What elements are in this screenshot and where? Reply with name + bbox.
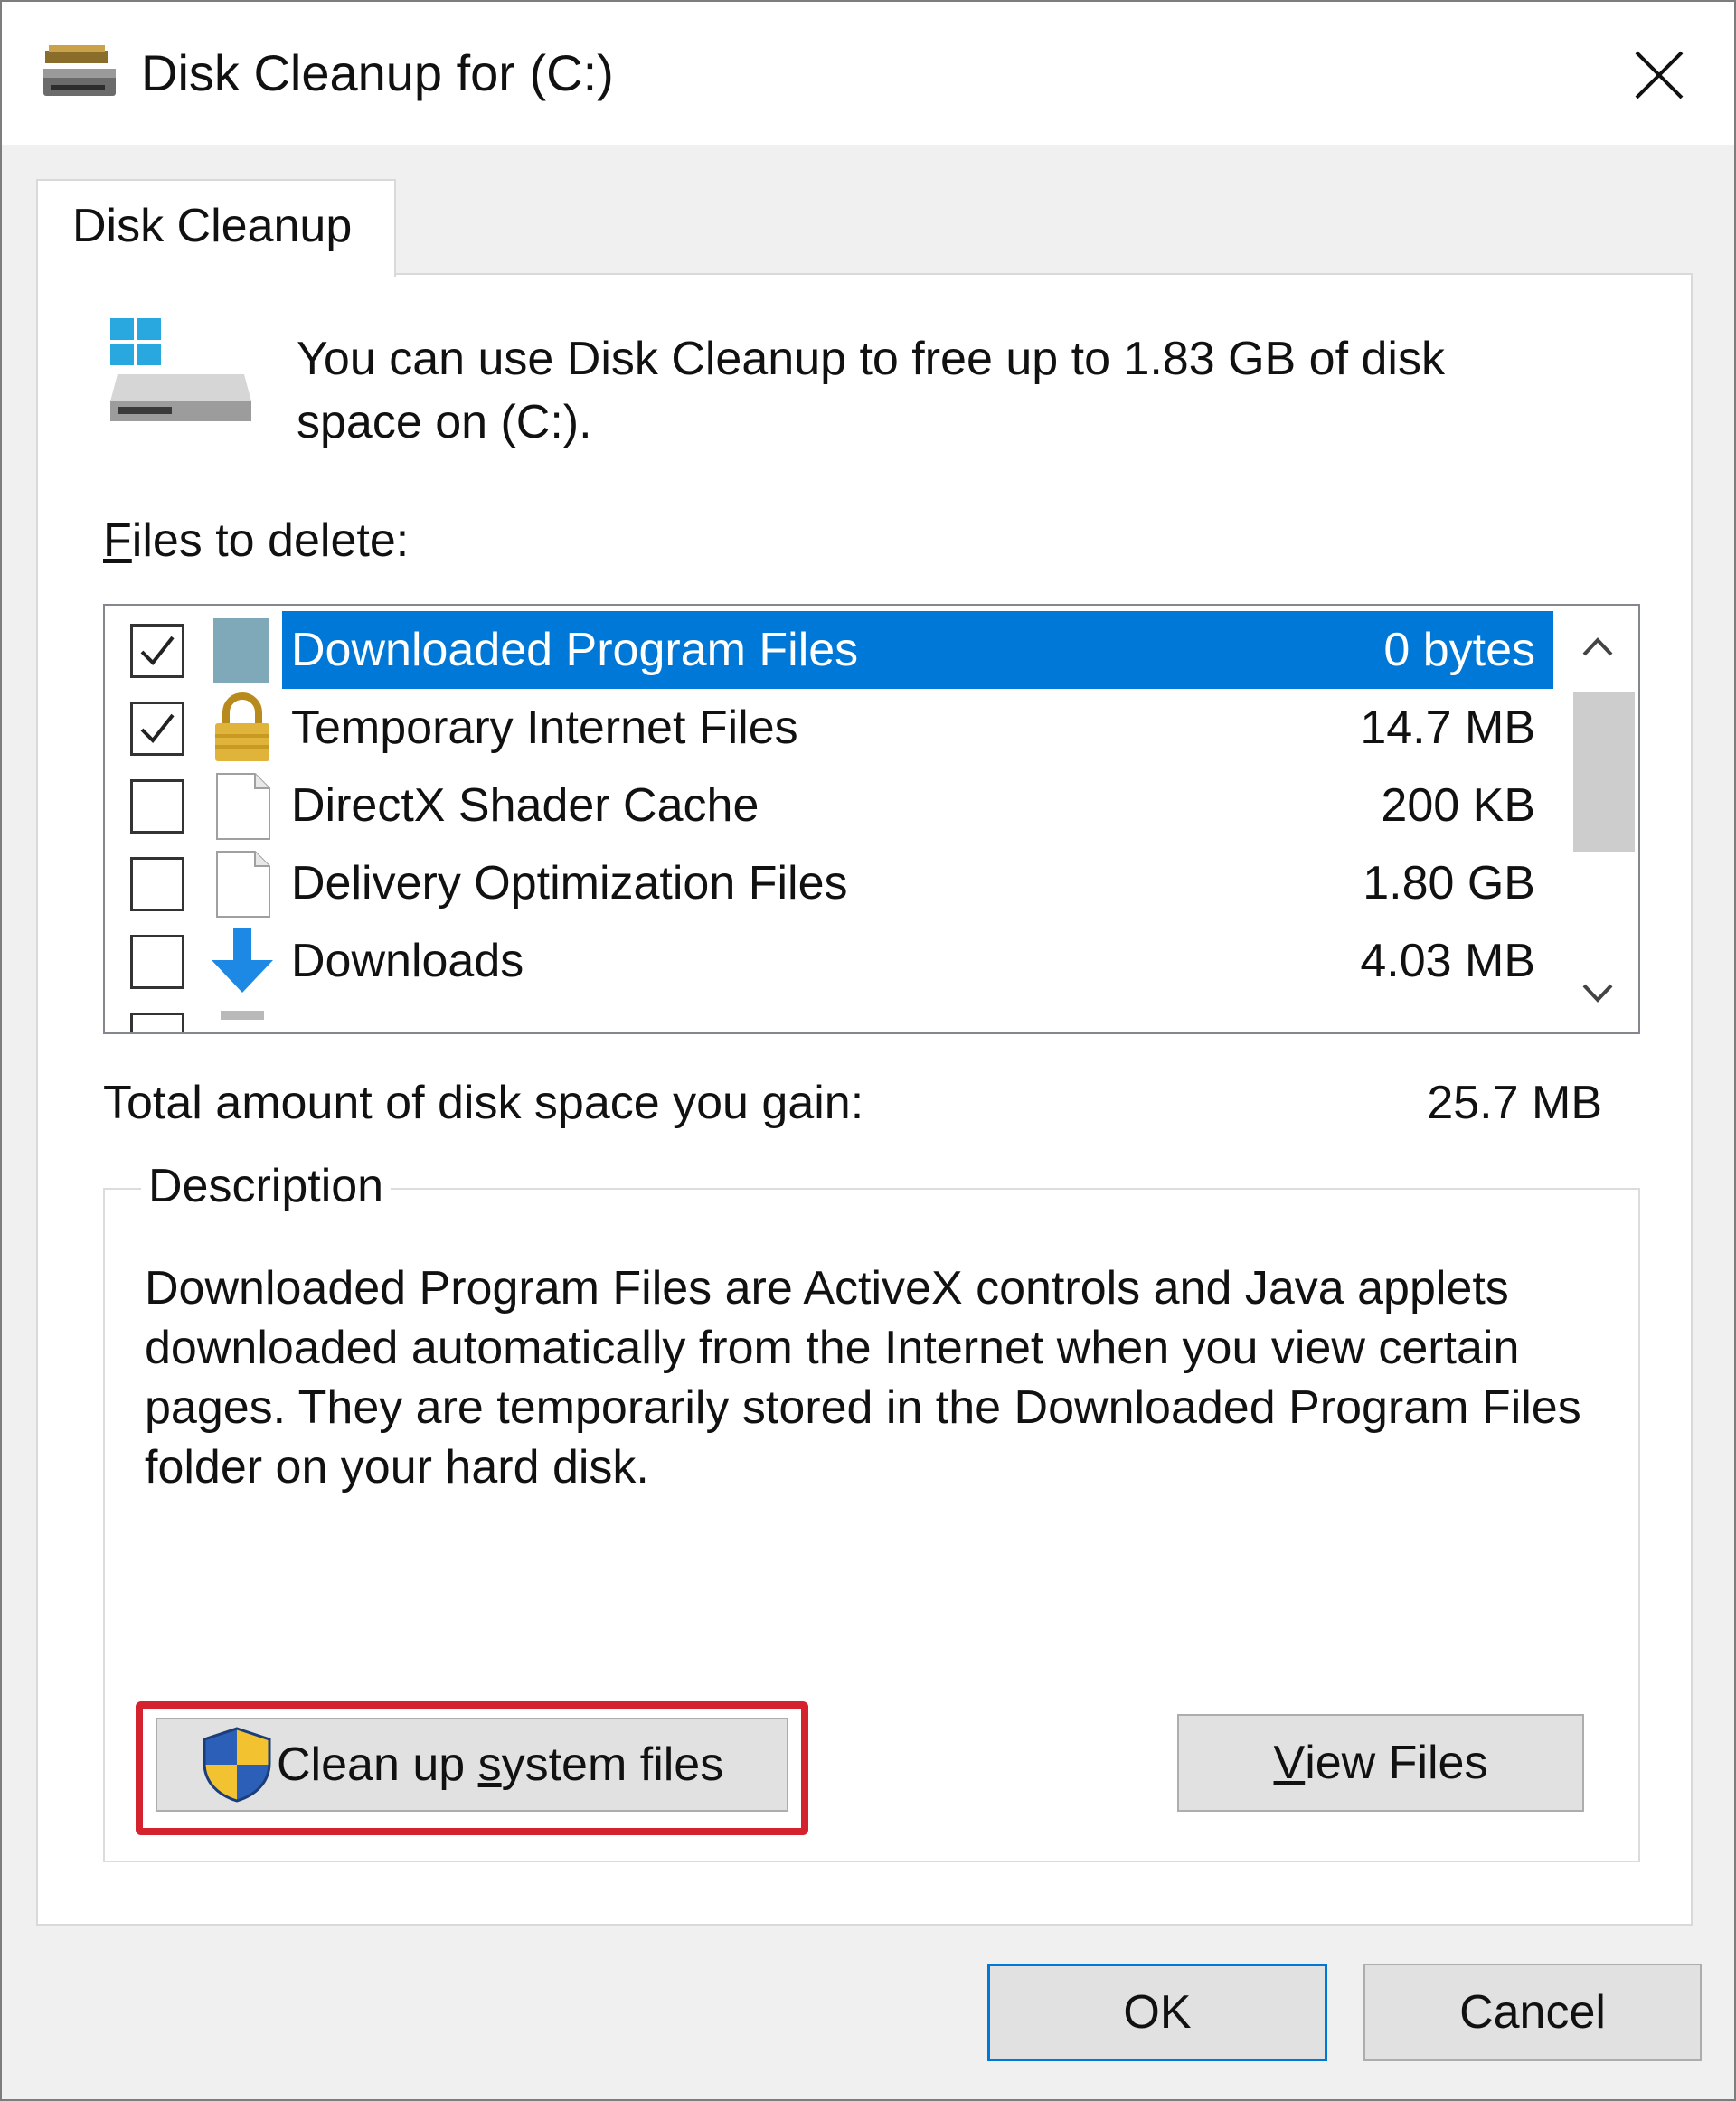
item-name: Temporary Internet Files <box>291 702 798 754</box>
view-files-button[interactable]: View Files <box>1177 1714 1584 1812</box>
clean-up-system-files-button[interactable]: Clean up s ystem files <box>156 1718 788 1812</box>
item-size: 4.03 MB <box>1360 935 1535 987</box>
file-icon <box>216 851 270 918</box>
list-item[interactable]: DirectX Shader Cache 200 KB <box>105 767 1557 844</box>
files-to-delete-list[interactable]: Downloaded Program Files 0 bytes Tempora… <box>103 604 1640 1034</box>
chevron-down-icon[interactable] <box>1577 971 1618 1013</box>
cleanup-label-mnemonic: s <box>477 1738 502 1791</box>
checkbox[interactable] <box>130 624 184 678</box>
list-item[interactable]: Downloaded Program Files 0 bytes <box>105 611 1557 689</box>
item-name: DirectX Shader Cache <box>291 779 760 832</box>
description-text: Downloaded Program Files are ActiveX con… <box>145 1262 1581 1493</box>
checkbox[interactable] <box>130 1013 184 1032</box>
folder-icon <box>213 618 269 683</box>
list-item[interactable]: Downloads 4.03 MB <box>105 922 1557 1000</box>
file-icon <box>216 773 270 840</box>
checkmark-icon <box>140 713 175 744</box>
checkbox[interactable] <box>130 857 184 911</box>
lock-icon <box>215 692 269 761</box>
chevron-up-icon[interactable] <box>1577 627 1618 669</box>
recycle-bin-icon <box>221 1011 264 1020</box>
list-item-partial[interactable] <box>105 1000 1557 1032</box>
scrollbar-thumb[interactable] <box>1573 692 1635 852</box>
item-size: 1.80 GB <box>1363 857 1535 909</box>
item-name: Delivery Optimization Files <box>291 857 848 909</box>
title-bar: Disk Cleanup for (C:) <box>2 2 1734 145</box>
view-label-rest: iew Files <box>1305 1737 1488 1789</box>
disk-cleanup-window: Disk Cleanup for (C:) Disk Cleanup You c… <box>0 0 1736 2101</box>
files-to-delete-label: Files to delete: <box>103 513 409 568</box>
disk-cleanup-app-icon <box>43 45 116 96</box>
item-size: 14.7 MB <box>1360 702 1535 754</box>
description-legend: Description <box>141 1159 392 1213</box>
item-size: 0 bytes <box>1383 624 1535 676</box>
uac-shield-icon <box>203 1727 271 1803</box>
cancel-button[interactable]: Cancel <box>1363 1964 1702 2061</box>
total-space-label: Total amount of disk space you gain: <box>103 1077 864 1129</box>
intro-text: You can use Disk Cleanup to free up to 1… <box>297 333 1445 448</box>
item-size: 200 KB <box>1381 779 1535 832</box>
drive-icon <box>110 318 251 421</box>
ok-button[interactable]: OK <box>987 1964 1327 2061</box>
tab-disk-cleanup[interactable]: Disk Cleanup <box>36 179 396 277</box>
item-name: Downloaded Program Files <box>291 624 859 676</box>
item-name: Downloads <box>291 935 524 987</box>
close-button[interactable] <box>1615 34 1703 116</box>
close-icon <box>1635 51 1684 99</box>
files-label-rest: iles to delete: <box>131 514 410 567</box>
checkbox[interactable] <box>130 935 184 989</box>
view-label-mnemonic: V <box>1273 1737 1306 1789</box>
cleanup-label-post: ystem files <box>501 1738 724 1791</box>
list-item[interactable]: Temporary Internet Files 14.7 MB <box>105 689 1557 767</box>
vertical-scrollbar[interactable] <box>1557 606 1638 1032</box>
checkbox[interactable] <box>130 702 184 756</box>
list-item[interactable]: Delivery Optimization Files 1.80 GB <box>105 844 1557 922</box>
download-arrow-icon <box>212 928 273 993</box>
window-title: Disk Cleanup for (C:) <box>141 44 614 101</box>
cleanup-label-pre: Clean up <box>277 1738 478 1791</box>
total-space-value: 25.7 MB <box>1427 1077 1602 1129</box>
tab-label: Disk Cleanup <box>72 200 353 252</box>
checkbox[interactable] <box>130 779 184 834</box>
files-label-mnemonic: F <box>103 514 132 567</box>
checkmark-icon <box>140 636 175 666</box>
